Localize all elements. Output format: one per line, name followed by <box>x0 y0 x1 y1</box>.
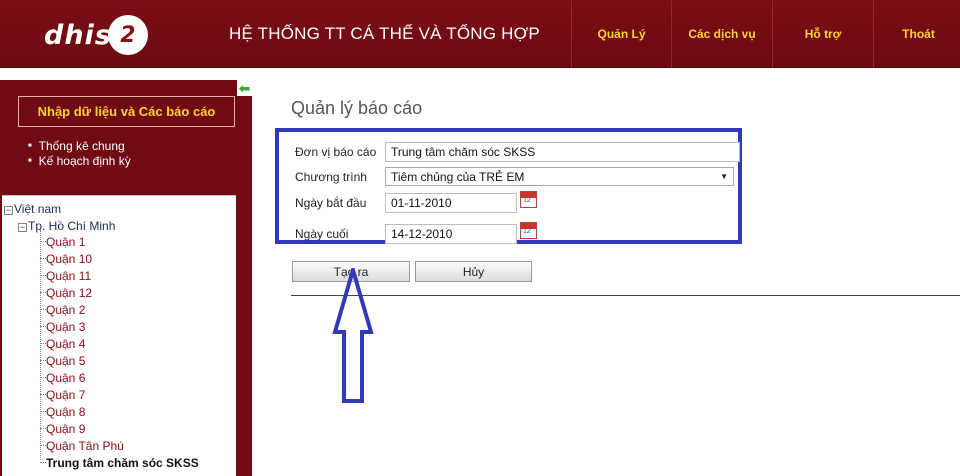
nav-services[interactable]: Các dịch vụ <box>671 0 772 68</box>
tree-node-district[interactable]: Quận 12 <box>40 285 92 302</box>
form-row-unit: Đơn vị báo cáo <box>295 142 740 162</box>
report-form: Đơn vị báo cáo Chương trình Tiêm chủng c… <box>275 128 742 244</box>
tree-node-district[interactable]: Quận 7 <box>40 387 85 404</box>
sidebar-link-periodic-plan[interactable]: Kế hoạch định kỳ <box>28 154 131 169</box>
tree-node-district[interactable]: Quận 11 <box>40 268 91 285</box>
cancel-button[interactable]: Hủy <box>415 261 532 282</box>
tree-node-district[interactable]: Quận 4 <box>40 336 85 353</box>
org-unit-tree: − Việt nam − Tp. Hồ Chí Minh Quận 1 Quận 1… <box>2 195 236 476</box>
end-date-field[interactable] <box>385 224 517 244</box>
program-select[interactable]: Tiêm chủng của TRẺ EM ▼ <box>385 167 734 186</box>
tree-node-district[interactable]: Quận 1 <box>40 234 85 251</box>
top-navigation: Quản Lý Các dịch vụ Hỗ trợ Thoát <box>571 0 960 68</box>
tree-node-district[interactable]: Quận 10 <box>40 251 92 268</box>
unit-field[interactable] <box>385 142 740 162</box>
logo-number: 2 <box>107 15 148 55</box>
form-row-end-date: Ngày cuối 12 <box>295 221 537 244</box>
tree-node-root[interactable]: − Việt nam <box>4 201 61 218</box>
tree-node-district[interactable]: Quận Tân Phú <box>40 438 124 455</box>
tree-node-selected[interactable]: Trung tâm chăm sóc SKSS <box>40 455 199 472</box>
nav-support[interactable]: Hỗ trợ <box>772 0 873 68</box>
page-title: Quản lý báo cáo <box>291 98 423 118</box>
tree-node-district[interactable]: Quận 8 <box>40 404 85 421</box>
unit-label: Đơn vị báo cáo <box>295 145 377 159</box>
nav-logout[interactable]: Thoát <box>873 0 960 68</box>
tree-node-district[interactable]: Quận 3 <box>40 319 85 336</box>
collapse-toggle-icon[interactable]: − <box>18 223 27 232</box>
form-row-program: Chương trình Tiêm chủng của TRẺ EM ▼ <box>295 167 734 186</box>
calendar-icon[interactable]: 12 <box>520 221 537 239</box>
tree-node-district[interactable]: Quận 9 <box>40 421 85 438</box>
program-selected-value: Tiêm chủng của TRẺ EM <box>391 169 525 184</box>
tree-node-label: Việt nam <box>14 202 62 216</box>
sidebar-link-statistics[interactable]: Thống kê chung <box>28 139 131 154</box>
collapse-sidebar-icon[interactable]: ⬅ <box>237 80 252 96</box>
system-title: HỆ THỐNG TT CÁ THỂ VÀ TỔNG HỢP <box>229 24 540 43</box>
end-date-label: Ngày cuối <box>295 227 349 241</box>
collapse-toggle-icon[interactable]: − <box>4 206 13 215</box>
tree-node-city[interactable]: − Tp. Hồ Chí Minh <box>18 218 115 235</box>
sidebar-links: Thống kê chung Kế hoạch định kỳ <box>28 139 131 169</box>
tree-node-label: Tp. Hồ Chí Minh <box>28 219 116 233</box>
nav-manage[interactable]: Quản Lý <box>571 0 671 68</box>
content-divider <box>291 295 960 296</box>
logo-text: dhis <box>44 19 112 51</box>
sidebar-heading[interactable]: Nhập dữ liệu và Các báo cáo <box>18 96 235 127</box>
program-label: Chương trình <box>295 169 367 184</box>
annotation-arrow-icon <box>332 268 374 403</box>
form-row-start-date: Ngày bắt đầu 12 <box>295 190 537 213</box>
header-bar: dhis 2 HỆ THỐNG TT CÁ THỂ VÀ TỔNG HỢP Qu… <box>0 0 960 68</box>
start-date-label: Ngày bắt đầu <box>295 196 367 210</box>
tree-node-district[interactable]: Quận 6 <box>40 370 85 387</box>
calendar-icon[interactable]: 12 <box>520 190 537 208</box>
chevron-down-icon: ▼ <box>720 172 728 181</box>
tree-node-district[interactable]: Quận 2 <box>40 302 85 319</box>
dhis2-logo[interactable]: dhis 2 <box>44 14 148 56</box>
tree-node-district[interactable]: Quận 5 <box>40 353 85 370</box>
start-date-field[interactable] <box>385 193 517 213</box>
